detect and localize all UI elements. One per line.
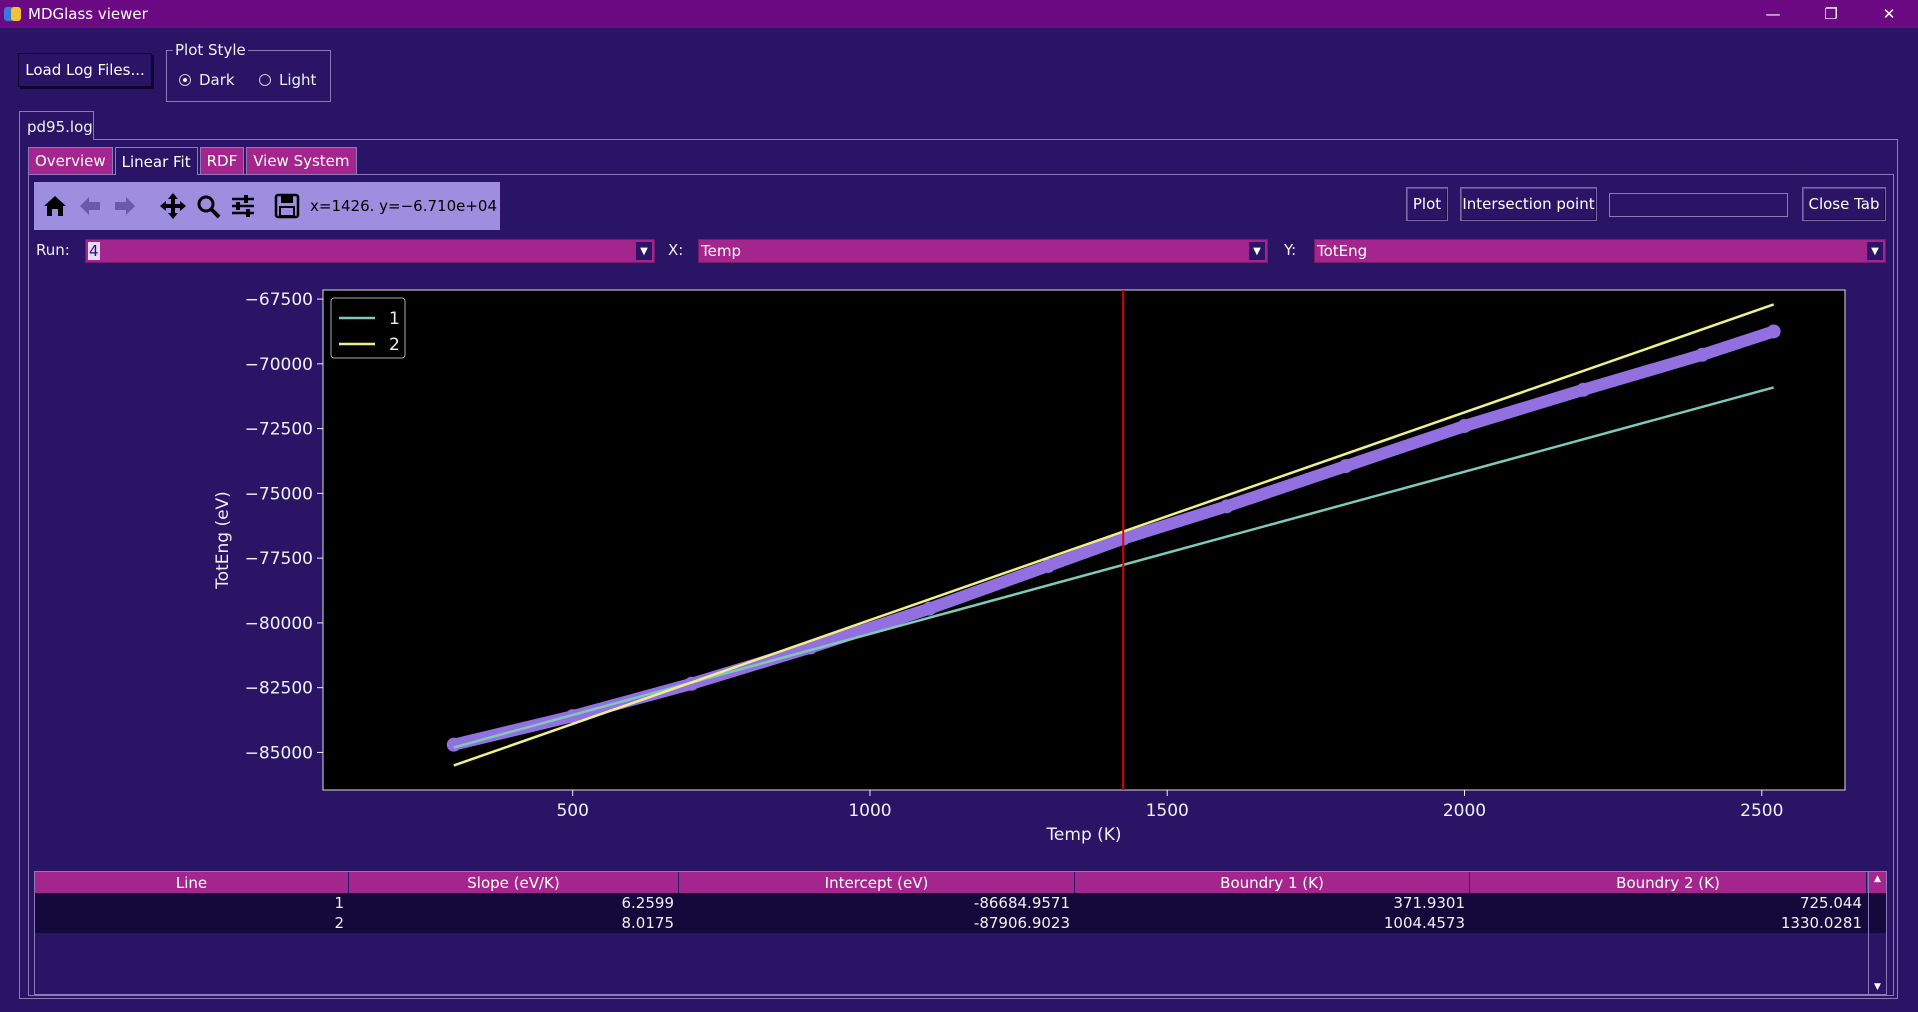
cell-line: 1 [35, 893, 349, 913]
column-header-slope[interactable]: Slope (eV/K) [349, 872, 679, 893]
y-tick-label: −67500 [245, 290, 313, 310]
data-point [1457, 419, 1472, 434]
plot-button[interactable]: Plot [1406, 187, 1448, 221]
plot-toolbar: x=1426. y=−6.710e+04 [34, 182, 500, 230]
legend-label: 1 [389, 309, 400, 329]
intersection-value-field[interactable] [1609, 193, 1788, 217]
table-header: Line Slope (eV/K) Intercept (eV) Boundry… [35, 872, 1886, 893]
x-axis-label: Temp (K) [1045, 825, 1121, 845]
x-value: Temp [701, 242, 741, 260]
x-tick-label: 2500 [1740, 801, 1783, 821]
home-icon[interactable] [38, 189, 72, 223]
cell-boundry-2: 725.044 [1470, 893, 1867, 913]
plot-style-group: Plot Style Dark Light [166, 41, 331, 102]
back-arrow-icon[interactable] [73, 189, 107, 223]
column-header-boundry-1[interactable]: Boundry 1 (K) [1075, 872, 1470, 893]
data-point [446, 737, 461, 752]
tab-view-system[interactable]: View System [246, 147, 357, 175]
pan-icon[interactable] [156, 189, 190, 223]
run-select[interactable]: 4 ▼ [85, 239, 655, 263]
view-tabs: Overview Linear Fit RDF View System [28, 147, 359, 175]
y-axis-label: TotEng (eV) [213, 491, 233, 590]
x-tick-label: 1000 [848, 801, 891, 821]
radio-light-indicator[interactable] [259, 74, 271, 86]
cell-intercept: -86684.9571 [679, 893, 1075, 913]
data-point [1219, 499, 1234, 514]
fit-results-table: Line Slope (eV/K) Intercept (eV) Boundry… [34, 871, 1887, 995]
y-tick-label: −80000 [245, 614, 313, 634]
column-header-line[interactable]: Line [35, 872, 349, 893]
radio-dark-indicator[interactable] [179, 74, 191, 86]
table-row[interactable]: 1 6.2599 -86684.9571 371.9301 725.044 [35, 893, 1886, 913]
app-icon [4, 5, 22, 23]
title-bar: MDGlass viewer — ❐ ✕ [0, 0, 1918, 28]
scroll-up-icon[interactable]: ▲ [1869, 872, 1886, 886]
x-tick-label: 1500 [1146, 801, 1189, 821]
y-select[interactable]: TotEng ▼ [1314, 239, 1886, 263]
radio-dark-label: Dark [199, 71, 235, 89]
y-tick-label: −70000 [245, 355, 313, 375]
cell-line: 2 [35, 913, 349, 933]
cell-boundry-1: 371.9301 [1075, 893, 1470, 913]
data-point [922, 601, 937, 616]
tab-overview[interactable]: Overview [28, 147, 113, 175]
y-tick-label: −72500 [245, 420, 313, 440]
data-point [1338, 459, 1353, 474]
radio-light[interactable]: Light [259, 71, 316, 89]
forward-arrow-icon[interactable] [108, 189, 142, 223]
tab-rdf[interactable]: RDF [199, 147, 245, 175]
y-value: TotEng [1317, 242, 1368, 260]
chevron-down-icon[interactable]: ▼ [636, 242, 652, 260]
zoom-icon[interactable] [191, 189, 225, 223]
close-tab-button[interactable]: Close Tab [1802, 187, 1886, 221]
y-tick-label: −82500 [245, 679, 313, 699]
x-label: X: [668, 241, 684, 259]
minimize-button[interactable]: — [1744, 0, 1802, 28]
data-point [1695, 347, 1710, 362]
cell-slope: 8.0175 [349, 913, 679, 933]
cursor-coordinates: x=1426. y=−6.710e+04 [310, 197, 497, 215]
chevron-down-icon[interactable]: ▼ [1867, 242, 1883, 260]
run-label: Run: [36, 241, 70, 259]
data-point [1766, 324, 1781, 339]
table-scrollbar[interactable]: ▲ ▼ [1868, 872, 1886, 994]
radio-light-label: Light [279, 71, 317, 89]
y-tick-label: −75000 [245, 484, 313, 504]
x-tick-label: 500 [556, 801, 588, 821]
cell-boundry-2: 1330.0281 [1470, 913, 1867, 933]
legend-label: 2 [389, 335, 400, 355]
file-tab[interactable]: pd95.log [19, 111, 94, 140]
table-row[interactable]: 2 8.0175 -87906.9023 1004.4573 1330.0281 [35, 913, 1886, 933]
configure-icon[interactable] [226, 189, 260, 223]
y-tick-label: −77500 [245, 549, 313, 569]
y-label: Y: [1284, 241, 1297, 259]
plot-area [322, 289, 1846, 791]
cell-boundry-1: 1004.4573 [1075, 913, 1470, 933]
chevron-down-icon[interactable]: ▼ [1249, 242, 1265, 260]
data-point [1041, 558, 1056, 573]
chart-legend: 12 [330, 297, 406, 359]
data-point [1576, 382, 1591, 397]
radio-dark[interactable]: Dark [179, 71, 235, 89]
column-header-intercept[interactable]: Intercept (eV) [679, 872, 1075, 893]
y-tick-label: −85000 [245, 743, 313, 763]
window-title: MDGlass viewer [28, 5, 148, 23]
column-header-boundry-2[interactable]: Boundry 2 (K) [1470, 872, 1867, 893]
run-value: 4 [88, 242, 100, 260]
x-select[interactable]: Temp ▼ [698, 239, 1268, 263]
tab-linear-fit[interactable]: Linear Fit [114, 147, 198, 175]
x-tick-label: 2000 [1443, 801, 1486, 821]
intersection-point-button[interactable]: Intersection point [1460, 187, 1597, 221]
restore-button[interactable]: ❐ [1802, 0, 1860, 28]
linear-fit-chart[interactable]: 500 1000 1500 2000 2500 −67500 −70000 −72500 −75… [200, 280, 1860, 855]
close-window-button[interactable]: ✕ [1860, 0, 1918, 28]
scroll-down-icon[interactable]: ▼ [1869, 980, 1886, 994]
cell-intercept: -87906.9023 [679, 913, 1075, 933]
cell-slope: 6.2599 [349, 893, 679, 913]
save-icon[interactable] [270, 189, 304, 223]
load-log-files-button[interactable]: Load Log Files... [18, 53, 152, 87]
plot-style-title: Plot Style [173, 41, 248, 59]
window-controls: — ❐ ✕ [1744, 0, 1918, 28]
